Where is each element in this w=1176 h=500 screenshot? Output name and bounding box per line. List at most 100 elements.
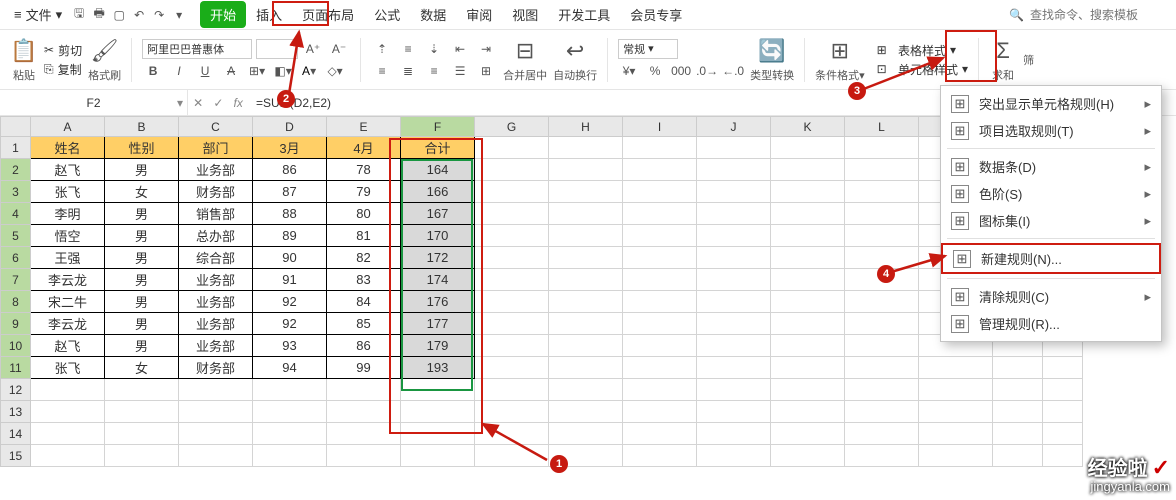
cell[interactable] (623, 401, 697, 423)
cell[interactable] (475, 137, 549, 159)
column-header[interactable]: K (771, 117, 845, 137)
accept-icon[interactable]: ✓ (213, 96, 223, 110)
percent-button[interactable]: % (644, 61, 666, 81)
cell[interactable]: 李云龙 (31, 313, 105, 335)
cell[interactable] (401, 445, 475, 467)
cell[interactable]: 宋二牛 (31, 291, 105, 313)
cell[interactable] (771, 181, 845, 203)
row-header[interactable]: 14 (1, 423, 31, 445)
cell[interactable] (253, 423, 327, 445)
cell[interactable]: 男 (105, 335, 179, 357)
cell[interactable] (623, 379, 697, 401)
cf-menu-item[interactable]: ⊞数据条(D)▸ (941, 153, 1161, 180)
qat-save-icon[interactable]: 🖫 (70, 6, 88, 24)
cell[interactable] (105, 423, 179, 445)
cell[interactable] (475, 401, 549, 423)
cell[interactable] (549, 203, 623, 225)
row-header[interactable]: 13 (1, 401, 31, 423)
cell[interactable] (327, 445, 401, 467)
number-format-combo[interactable]: 常规 ▾ (618, 39, 678, 59)
cell[interactable] (253, 379, 327, 401)
cell[interactable]: 赵飞 (31, 159, 105, 181)
cell[interactable]: 91 (253, 269, 327, 291)
cell[interactable] (845, 335, 919, 357)
cell[interactable]: 男 (105, 203, 179, 225)
cell[interactable] (549, 225, 623, 247)
cell[interactable]: 综合部 (179, 247, 253, 269)
tab-pagelayout[interactable]: 页面布局 (292, 1, 364, 28)
cell[interactable] (623, 137, 697, 159)
cell[interactable] (697, 203, 771, 225)
cell[interactable]: 93 (253, 335, 327, 357)
cell[interactable] (549, 137, 623, 159)
type-convert-button[interactable]: 🔄 类型转换 (750, 37, 794, 83)
currency-button[interactable]: ¥▾ (618, 61, 640, 81)
cell[interactable]: 170 (401, 225, 475, 247)
cell[interactable] (919, 379, 993, 401)
cell[interactable]: 张飞 (31, 181, 105, 203)
cell[interactable]: 172 (401, 247, 475, 269)
cell[interactable] (105, 401, 179, 423)
underline-button[interactable]: U (194, 61, 216, 81)
cell[interactable]: 业务部 (179, 313, 253, 335)
cell[interactable] (697, 401, 771, 423)
cell[interactable]: 92 (253, 313, 327, 335)
cell[interactable] (475, 379, 549, 401)
cell[interactable] (475, 247, 549, 269)
cell[interactable]: 166 (401, 181, 475, 203)
cell[interactable]: 88 (253, 203, 327, 225)
align-bottom-button[interactable]: ⇣ (423, 39, 445, 59)
cell[interactable] (993, 445, 1043, 467)
cell[interactable] (549, 159, 623, 181)
indent-inc-button[interactable]: ⇥ (475, 39, 497, 59)
cell[interactable] (475, 225, 549, 247)
increase-font-button[interactable]: A⁺ (302, 39, 324, 59)
cell[interactable]: 王强 (31, 247, 105, 269)
cf-menu-item[interactable]: ⊞突出显示单元格规则(H)▸ (941, 90, 1161, 117)
align-right-button[interactable]: ≡ (423, 61, 445, 81)
cell[interactable]: 83 (327, 269, 401, 291)
cell[interactable] (845, 225, 919, 247)
italic-button[interactable]: I (168, 61, 190, 81)
cell[interactable]: 张飞 (31, 357, 105, 379)
row-header[interactable]: 8 (1, 291, 31, 313)
cell[interactable] (697, 159, 771, 181)
cell[interactable]: 业务部 (179, 269, 253, 291)
chevron-down-icon[interactable]: ▾ (177, 96, 183, 110)
qat-undo-icon[interactable]: ↶ (130, 6, 148, 24)
cell[interactable]: 82 (327, 247, 401, 269)
cf-menu-item[interactable]: ⊞管理规则(R)... (941, 310, 1161, 337)
align-center-button[interactable]: ≣ (397, 61, 419, 81)
cell[interactable] (253, 445, 327, 467)
table-style-button[interactable]: ⊞ 表格样式▾ (877, 42, 968, 59)
cell[interactable]: 86 (327, 335, 401, 357)
cell[interactable] (623, 335, 697, 357)
cell[interactable]: 业务部 (179, 159, 253, 181)
cell[interactable] (993, 357, 1043, 379)
cell[interactable] (697, 357, 771, 379)
auto-wrap-button[interactable]: ↩ 自动换行 (553, 37, 597, 83)
cell[interactable] (475, 445, 549, 467)
cell[interactable] (993, 423, 1043, 445)
cell[interactable] (549, 379, 623, 401)
cell[interactable]: 合计 (401, 137, 475, 159)
cell[interactable] (1043, 423, 1083, 445)
cell[interactable]: 男 (105, 247, 179, 269)
cell[interactable] (179, 401, 253, 423)
indent-dec-button[interactable]: ⇤ (449, 39, 471, 59)
cell[interactable] (253, 401, 327, 423)
cell[interactable] (845, 357, 919, 379)
column-header[interactable]: E (327, 117, 401, 137)
row-header[interactable]: 6 (1, 247, 31, 269)
cell[interactable]: 男 (105, 225, 179, 247)
column-header[interactable]: D (253, 117, 327, 137)
cell[interactable]: 男 (105, 269, 179, 291)
cell[interactable] (771, 269, 845, 291)
cell[interactable] (623, 357, 697, 379)
cell[interactable] (697, 137, 771, 159)
cell[interactable] (845, 291, 919, 313)
cf-menu-item[interactable]: ⊞新建规则(N)... (941, 243, 1161, 274)
fill-color-button[interactable]: ◧▾ (272, 61, 294, 81)
cell[interactable] (475, 181, 549, 203)
cell[interactable] (845, 445, 919, 467)
